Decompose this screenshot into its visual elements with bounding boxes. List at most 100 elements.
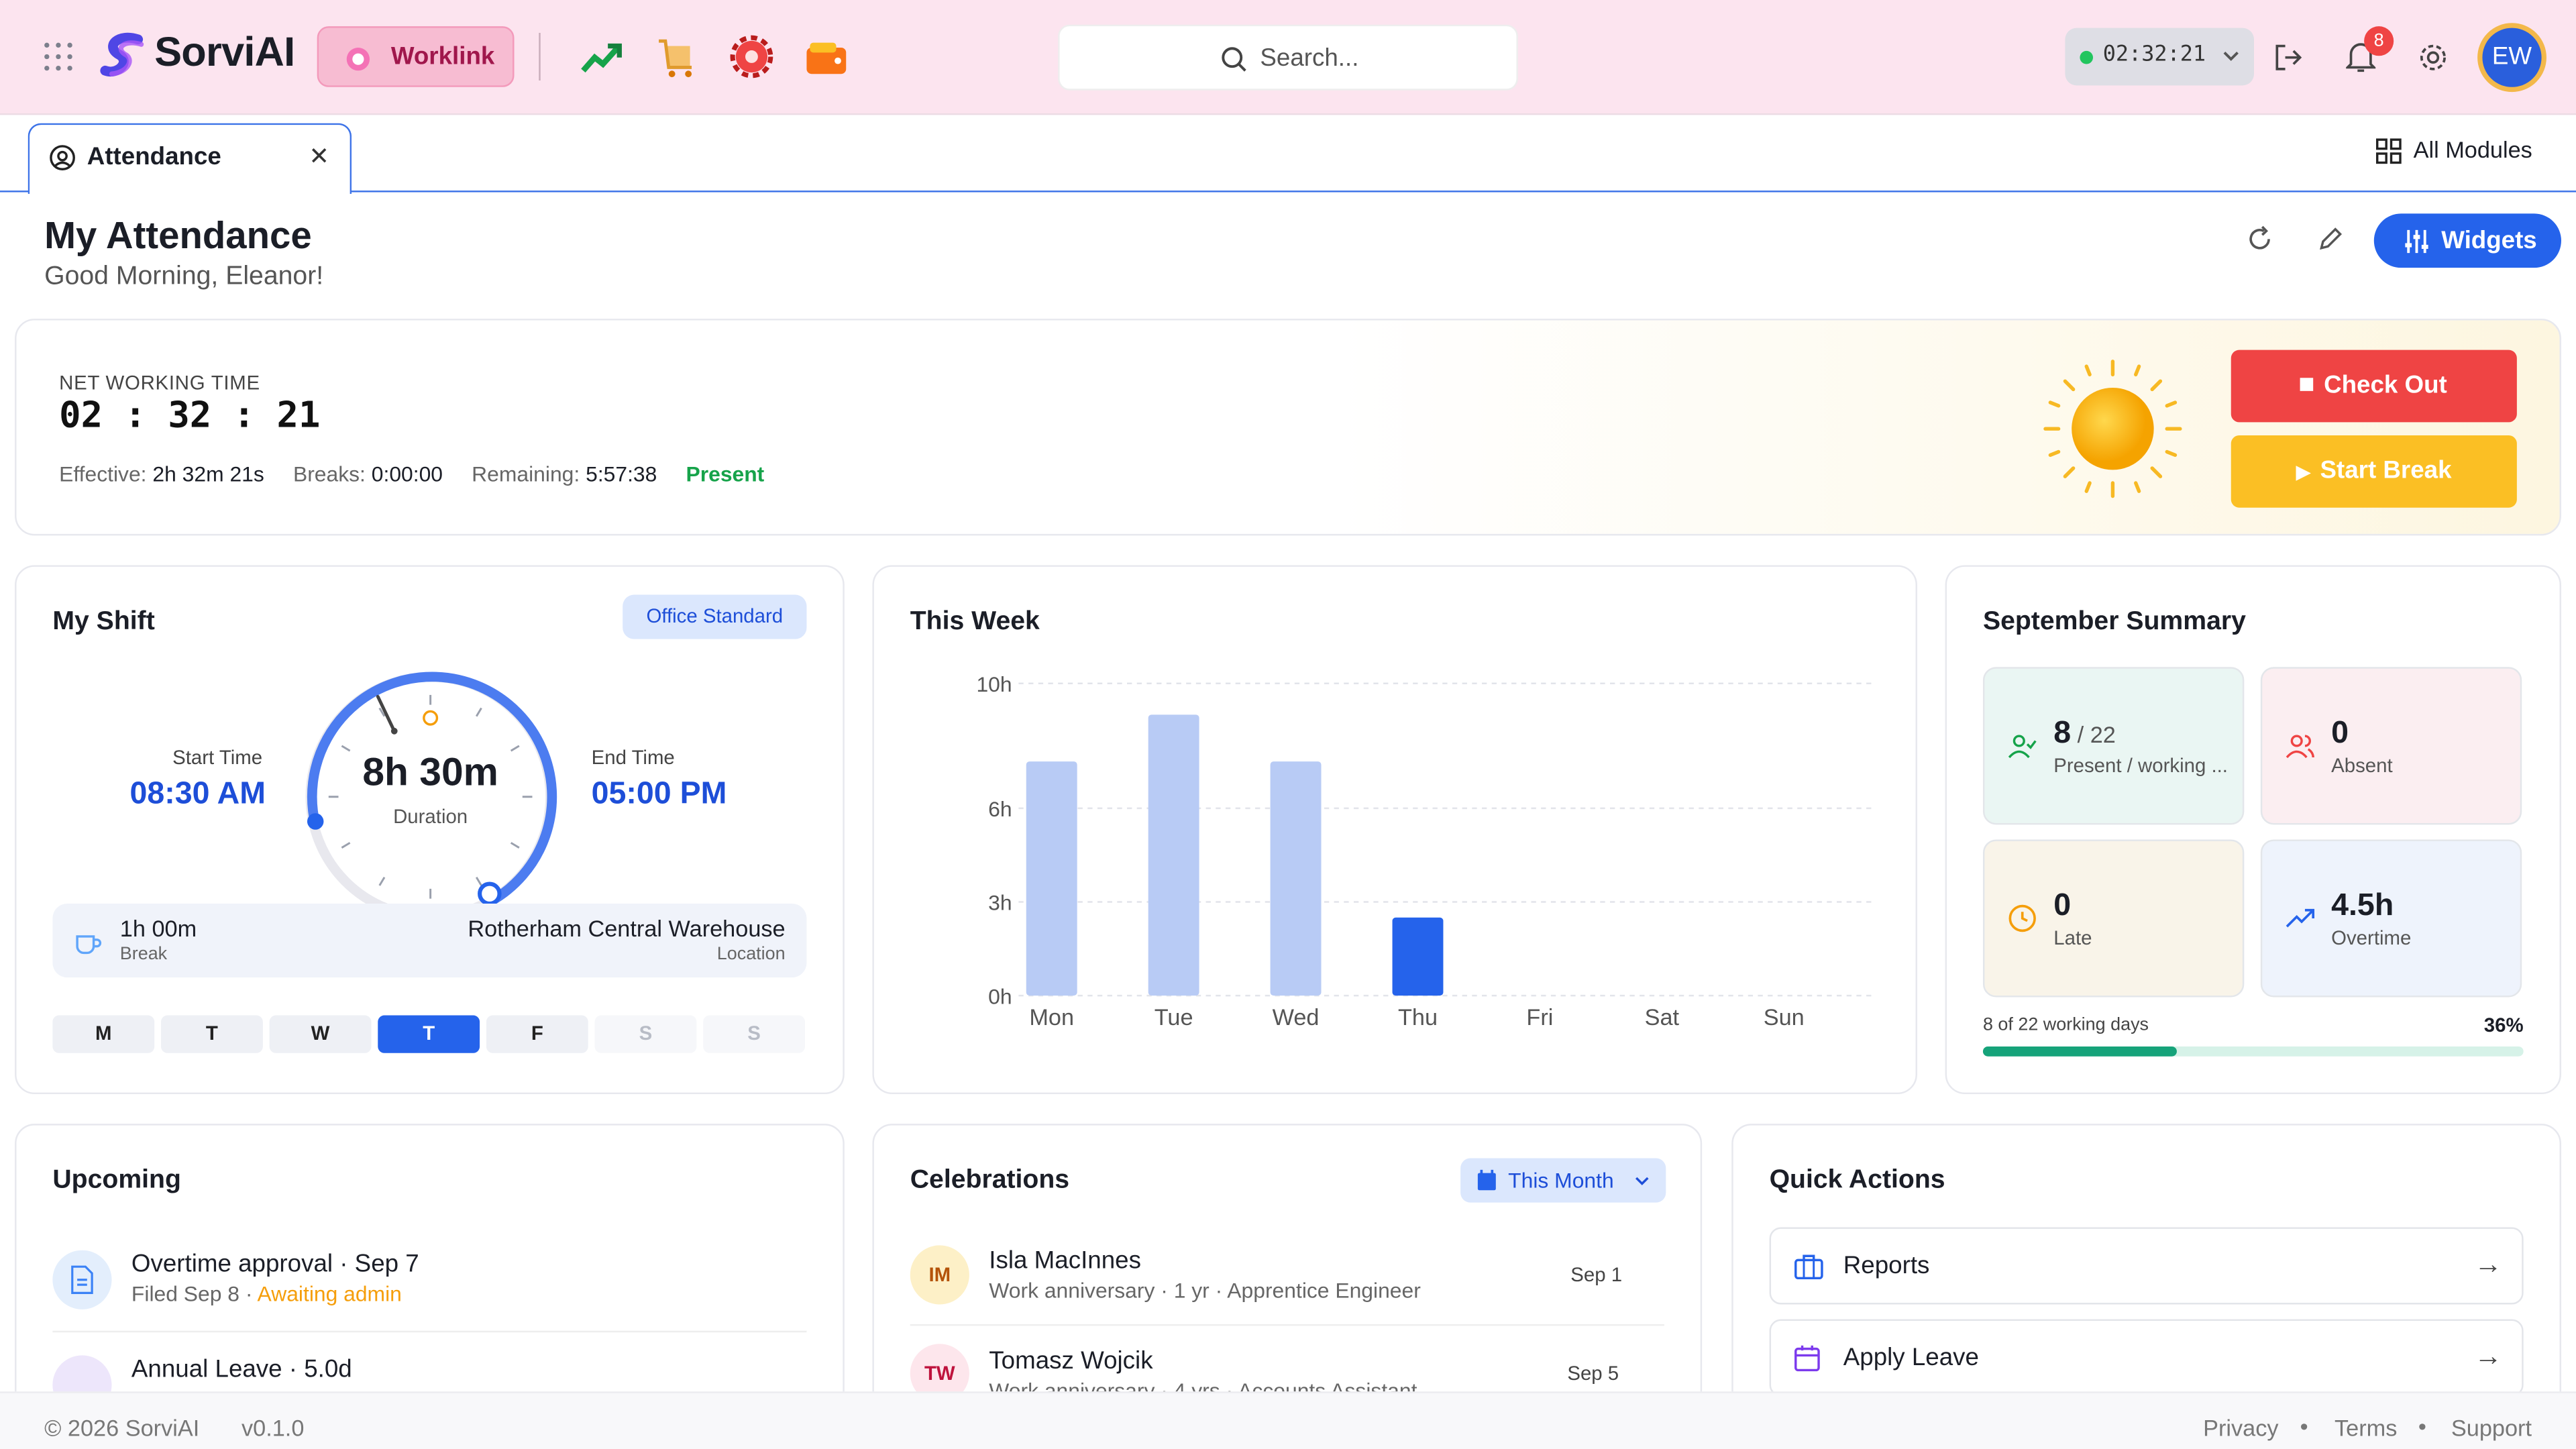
sliders-icon	[2405, 229, 2428, 254]
break-location-strip: 1h 00m Break Rotherham Central Warehouse…	[52, 903, 807, 978]
calendar-icon	[1477, 1169, 1496, 1191]
apply-leave-action[interactable]: Apply Leave →	[1769, 1319, 2524, 1397]
day-thu-active[interactable]: T	[378, 1015, 480, 1053]
trend-app-icon[interactable]	[580, 40, 623, 76]
day-mon[interactable]: M	[52, 1015, 155, 1053]
overtime-value: 4.5h	[2331, 888, 2394, 924]
late-label: Late	[2053, 926, 2092, 950]
support-link[interactable]: Support	[2451, 1415, 2532, 1441]
x-tick-label: Sat	[1645, 1005, 1680, 1030]
overtime-label: Overtime	[2331, 926, 2412, 950]
brand-name: SorviAI	[154, 30, 295, 76]
gear-app-icon[interactable]	[729, 34, 773, 78]
trend-up-icon	[2286, 908, 2315, 928]
duration-value: 8h 30m	[362, 751, 498, 796]
logout-icon[interactable]	[2273, 43, 2303, 72]
widgets-label: Widgets	[2441, 226, 2537, 255]
privacy-link[interactable]: Privacy	[2203, 1415, 2278, 1441]
present-label: Present / working ...	[2053, 754, 2228, 777]
absent-label: Absent	[2331, 754, 2393, 777]
start-time-value: 08:30 AM	[129, 777, 266, 812]
version-text: v0.1.0	[241, 1414, 305, 1441]
brand-logo-icon	[100, 32, 144, 77]
progress-fill	[1982, 1046, 2178, 1057]
edit-pencil-icon[interactable]	[2316, 225, 2345, 254]
overtime-tile: 4.5h Overtime	[2260, 839, 2522, 998]
all-modules-button[interactable]: All Modules	[2414, 136, 2532, 162]
day-fri[interactable]: F	[486, 1015, 588, 1053]
tab-attendance[interactable]: Attendance ✕	[28, 123, 352, 194]
user-circle-icon	[50, 145, 75, 170]
breaks-label: Breaks:	[292, 462, 366, 486]
refresh-icon[interactable]	[2246, 225, 2274, 254]
widgets-button[interactable]: Widgets	[2373, 213, 2561, 268]
celebrant-detail: Work anniversary · 1 yr · Apprentice Eng…	[989, 1278, 1421, 1303]
cart-app-icon[interactable]	[655, 36, 698, 79]
app-grid-icon[interactable]	[44, 42, 74, 72]
chevron-down-icon	[2223, 51, 2239, 61]
late-tile: 0 Late	[1982, 839, 2245, 998]
upcoming-item-meta: Filed Sep 8 · Awaiting admin	[131, 1281, 402, 1306]
remaining-label: Remaining:	[472, 462, 580, 486]
status-present: Present	[686, 462, 765, 486]
celebration-date: Sep 5	[1567, 1362, 1619, 1385]
this-week-card: This Week 0h 3h 6h 10h Mon Tue Wed Thu Fri Sat Sun	[872, 565, 1917, 1095]
settings-gear-icon[interactable]	[2418, 43, 2448, 72]
session-timer[interactable]: 02:32:21	[2065, 28, 2255, 86]
apply-leave-label: Apply Leave	[1843, 1344, 1979, 1372]
bar-tue	[1148, 714, 1199, 996]
day-sun[interactable]: S	[703, 1015, 806, 1053]
user-check-icon	[2008, 735, 2037, 759]
header-divider	[539, 32, 541, 81]
september-summary-card: September Summary 8 / 22 Present / worki…	[1945, 565, 2561, 1095]
y-tick-label: 6h	[988, 797, 1012, 821]
clock-icon	[2008, 904, 2036, 932]
quick-actions-card: Quick Actions Reports → Apply Leave →	[1731, 1124, 2561, 1436]
upcoming-item-title[interactable]: Overtime approval · Sep 7	[131, 1250, 419, 1279]
search-box[interactable]: Search...	[1058, 24, 1518, 91]
user-avatar[interactable]: EW	[2477, 23, 2546, 93]
status-dot	[2080, 50, 2094, 64]
day-wed[interactable]: W	[269, 1015, 372, 1053]
arrow-right-icon: →	[2474, 1340, 2502, 1372]
check-out-button[interactable]: Check Out	[2231, 350, 2517, 423]
document-icon	[71, 1265, 93, 1294]
bar-wed	[1270, 761, 1322, 996]
progress-label: 8 of 22 working days	[1982, 1015, 2149, 1035]
celebrant-name[interactable]: Isla MacInnes	[989, 1247, 1141, 1275]
page-footer: © 2026 SorviAI v0.1.0 Privacy • Terms • …	[0, 1391, 2576, 1449]
play-icon: ▶	[2296, 463, 2310, 484]
celebrant-name[interactable]: Tomasz Wojcik	[989, 1347, 1152, 1375]
summary-title: September Summary	[1982, 608, 2246, 636]
divider	[910, 1324, 1664, 1326]
briefcase-icon	[1794, 1254, 1823, 1280]
terms-link[interactable]: Terms	[2334, 1415, 2397, 1441]
worklink-button[interactable]: Worklink	[317, 26, 515, 87]
page-title: My Attendance	[44, 213, 312, 257]
wallet-app-icon[interactable]	[805, 40, 848, 76]
quick-actions-title: Quick Actions	[1769, 1166, 1945, 1195]
location-value: Rotherham Central Warehouse	[468, 915, 786, 942]
arrow-right-icon: →	[2474, 1248, 2502, 1280]
x-tick-label: Wed	[1273, 1005, 1320, 1030]
modules-grid-icon[interactable]	[2375, 138, 2402, 164]
bar-mon	[1026, 761, 1077, 996]
upcoming-item-title[interactable]: Annual Leave · 5.0d	[131, 1355, 352, 1383]
present-count: 8	[2053, 716, 2072, 751]
working-stats: Effective: 2h 32m 21s Breaks: 0:00:00 Re…	[59, 462, 764, 486]
late-value: 0	[2053, 888, 2072, 924]
this-month-filter[interactable]: This Month	[1460, 1158, 1666, 1203]
doc-icon-wrap	[52, 1250, 112, 1309]
day-sat[interactable]: S	[594, 1015, 697, 1053]
upcoming-title: Upcoming	[52, 1166, 181, 1195]
close-tab-icon[interactable]: ✕	[309, 142, 329, 171]
day-tue[interactable]: T	[161, 1015, 263, 1053]
y-tick-label: 3h	[988, 891, 1012, 915]
start-break-button[interactable]: ▶ Start Break	[2231, 435, 2517, 508]
net-working-label: NET WORKING TIME	[59, 371, 260, 394]
coffee-cup-icon	[76, 935, 102, 955]
search-placeholder: Search...	[1260, 44, 1359, 72]
end-time-label: End Time	[591, 745, 675, 769]
present-tile-value: 8 / 22	[2053, 716, 2116, 753]
reports-action[interactable]: Reports →	[1769, 1227, 2524, 1305]
